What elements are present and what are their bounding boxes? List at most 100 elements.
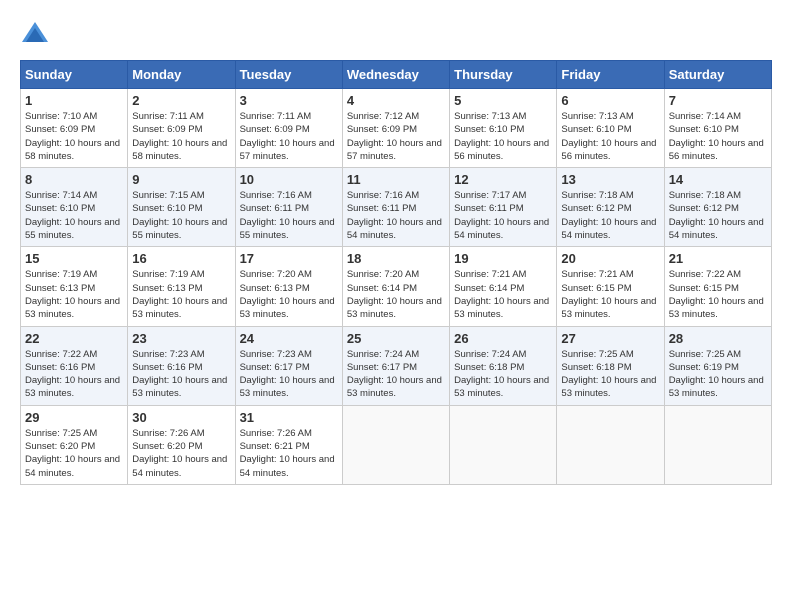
calendar-cell: 12 Sunrise: 7:17 AMSunset: 6:11 PMDayligh… bbox=[450, 168, 557, 247]
calendar-cell: 5Sunrise: 7:13 AMSunset: 6:10 PMDaylight… bbox=[450, 89, 557, 168]
day-info: Sunrise: 7:25 AMSunset: 6:20 PMDaylight:… bbox=[25, 427, 123, 480]
day-info: Sunrise: 7:12 AMSunset: 6:09 PMDaylight:… bbox=[347, 110, 445, 163]
calendar-cell: 31 Sunrise: 7:26 AMSunset: 6:21 PMDayligh… bbox=[235, 405, 342, 484]
calendar-header-tuesday: Tuesday bbox=[235, 61, 342, 89]
day-number: 13 bbox=[561, 172, 659, 187]
day-info: Sunrise: 7:16 AMSunset: 6:11 PMDaylight:… bbox=[347, 189, 445, 242]
calendar-cell: 10 Sunrise: 7:16 AMSunset: 6:11 PMDayligh… bbox=[235, 168, 342, 247]
calendar-cell: 14 Sunrise: 7:18 AMSunset: 6:12 PMDayligh… bbox=[664, 168, 771, 247]
calendar-cell bbox=[664, 405, 771, 484]
day-info: Sunrise: 7:24 AMSunset: 6:17 PMDaylight:… bbox=[347, 348, 445, 401]
calendar-week-row: 15 Sunrise: 7:19 AMSunset: 6:13 PMDayligh… bbox=[21, 247, 772, 326]
day-number: 18 bbox=[347, 251, 445, 266]
day-number: 2 bbox=[132, 93, 230, 108]
day-number: 5 bbox=[454, 93, 552, 108]
day-info: Sunrise: 7:21 AMSunset: 6:14 PMDaylight:… bbox=[454, 268, 552, 321]
day-info: Sunrise: 7:15 AMSunset: 6:10 PMDaylight:… bbox=[132, 189, 230, 242]
day-number: 22 bbox=[25, 331, 123, 346]
day-info: Sunrise: 7:17 AMSunset: 6:11 PMDaylight:… bbox=[454, 189, 552, 242]
day-info: Sunrise: 7:23 AMSunset: 6:17 PMDaylight:… bbox=[240, 348, 338, 401]
day-number: 31 bbox=[240, 410, 338, 425]
day-number: 28 bbox=[669, 331, 767, 346]
day-number: 30 bbox=[132, 410, 230, 425]
page-header bbox=[20, 20, 772, 50]
calendar-cell: 24 Sunrise: 7:23 AMSunset: 6:17 PMDayligh… bbox=[235, 326, 342, 405]
day-number: 19 bbox=[454, 251, 552, 266]
day-number: 4 bbox=[347, 93, 445, 108]
day-number: 14 bbox=[669, 172, 767, 187]
calendar-header-row: SundayMondayTuesdayWednesdayThursdayFrid… bbox=[21, 61, 772, 89]
calendar-week-row: 29 Sunrise: 7:25 AMSunset: 6:20 PMDayligh… bbox=[21, 405, 772, 484]
logo bbox=[20, 20, 54, 50]
calendar-header-friday: Friday bbox=[557, 61, 664, 89]
day-number: 6 bbox=[561, 93, 659, 108]
calendar-cell: 13 Sunrise: 7:18 AMSunset: 6:12 PMDayligh… bbox=[557, 168, 664, 247]
calendar-cell: 23 Sunrise: 7:23 AMSunset: 6:16 PMDayligh… bbox=[128, 326, 235, 405]
day-number: 29 bbox=[25, 410, 123, 425]
day-info: Sunrise: 7:22 AMSunset: 6:16 PMDaylight:… bbox=[25, 348, 123, 401]
calendar-cell: 1 Sunrise: 7:10 AMSunset: 6:09 PMDaylight… bbox=[21, 89, 128, 168]
day-info: Sunrise: 7:26 AMSunset: 6:21 PMDaylight:… bbox=[240, 427, 338, 480]
day-number: 25 bbox=[347, 331, 445, 346]
day-info: Sunrise: 7:10 AMSunset: 6:09 PMDaylight:… bbox=[25, 110, 123, 163]
day-info: Sunrise: 7:19 AMSunset: 6:13 PMDaylight:… bbox=[25, 268, 123, 321]
calendar-cell: 28 Sunrise: 7:25 AMSunset: 6:19 PMDayligh… bbox=[664, 326, 771, 405]
calendar-cell: 8 Sunrise: 7:14 AMSunset: 6:10 PMDaylight… bbox=[21, 168, 128, 247]
calendar-cell: 4 Sunrise: 7:12 AMSunset: 6:09 PMDaylight… bbox=[342, 89, 449, 168]
day-number: 1 bbox=[25, 93, 123, 108]
day-number: 20 bbox=[561, 251, 659, 266]
calendar-cell: 25 Sunrise: 7:24 AMSunset: 6:17 PMDayligh… bbox=[342, 326, 449, 405]
day-number: 9 bbox=[132, 172, 230, 187]
day-number: 16 bbox=[132, 251, 230, 266]
day-number: 24 bbox=[240, 331, 338, 346]
calendar-cell: 29 Sunrise: 7:25 AMSunset: 6:20 PMDayligh… bbox=[21, 405, 128, 484]
calendar-cell: 18 Sunrise: 7:20 AMSunset: 6:14 PMDayligh… bbox=[342, 247, 449, 326]
day-info: Sunrise: 7:20 AMSunset: 6:14 PMDaylight:… bbox=[347, 268, 445, 321]
calendar-cell: 2 Sunrise: 7:11 AMSunset: 6:09 PMDaylight… bbox=[128, 89, 235, 168]
day-info: Sunrise: 7:18 AMSunset: 6:12 PMDaylight:… bbox=[669, 189, 767, 242]
day-info: Sunrise: 7:11 AMSunset: 6:09 PMDaylight:… bbox=[240, 110, 338, 163]
day-number: 10 bbox=[240, 172, 338, 187]
day-info: Sunrise: 7:18 AMSunset: 6:12 PMDaylight:… bbox=[561, 189, 659, 242]
day-info: Sunrise: 7:13 AMSunset: 6:10 PMDaylight:… bbox=[561, 110, 659, 163]
calendar-cell: 11 Sunrise: 7:16 AMSunset: 6:11 PMDayligh… bbox=[342, 168, 449, 247]
day-info: Sunrise: 7:26 AMSunset: 6:20 PMDaylight:… bbox=[132, 427, 230, 480]
day-number: 12 bbox=[454, 172, 552, 187]
calendar-cell: 22 Sunrise: 7:22 AMSunset: 6:16 PMDayligh… bbox=[21, 326, 128, 405]
day-info: Sunrise: 7:24 AMSunset: 6:18 PMDaylight:… bbox=[454, 348, 552, 401]
calendar-cell: 3Sunrise: 7:11 AMSunset: 6:09 PMDaylight… bbox=[235, 89, 342, 168]
calendar-cell: 7 Sunrise: 7:14 AMSunset: 6:10 PMDaylight… bbox=[664, 89, 771, 168]
day-info: Sunrise: 7:14 AMSunset: 6:10 PMDaylight:… bbox=[25, 189, 123, 242]
day-info: Sunrise: 7:25 AMSunset: 6:19 PMDaylight:… bbox=[669, 348, 767, 401]
calendar-cell: 30 Sunrise: 7:26 AMSunset: 6:20 PMDayligh… bbox=[128, 405, 235, 484]
day-info: Sunrise: 7:11 AMSunset: 6:09 PMDaylight:… bbox=[132, 110, 230, 163]
day-number: 11 bbox=[347, 172, 445, 187]
calendar-cell: 26 Sunrise: 7:24 AMSunset: 6:18 PMDayligh… bbox=[450, 326, 557, 405]
calendar-cell: 19 Sunrise: 7:21 AMSunset: 6:14 PMDayligh… bbox=[450, 247, 557, 326]
calendar-header-saturday: Saturday bbox=[664, 61, 771, 89]
day-info: Sunrise: 7:23 AMSunset: 6:16 PMDaylight:… bbox=[132, 348, 230, 401]
calendar-header-monday: Monday bbox=[128, 61, 235, 89]
day-number: 17 bbox=[240, 251, 338, 266]
day-number: 8 bbox=[25, 172, 123, 187]
calendar-week-row: 22 Sunrise: 7:22 AMSunset: 6:16 PMDayligh… bbox=[21, 326, 772, 405]
calendar-cell: 20 Sunrise: 7:21 AMSunset: 6:15 PMDayligh… bbox=[557, 247, 664, 326]
calendar-header-thursday: Thursday bbox=[450, 61, 557, 89]
day-number: 26 bbox=[454, 331, 552, 346]
calendar-cell: 17Sunrise: 7:20 AMSunset: 6:13 PMDayligh… bbox=[235, 247, 342, 326]
day-number: 15 bbox=[25, 251, 123, 266]
day-info: Sunrise: 7:21 AMSunset: 6:15 PMDaylight:… bbox=[561, 268, 659, 321]
calendar-cell: 21Sunrise: 7:22 AMSunset: 6:15 PMDayligh… bbox=[664, 247, 771, 326]
calendar-cell bbox=[450, 405, 557, 484]
day-info: Sunrise: 7:14 AMSunset: 6:10 PMDaylight:… bbox=[669, 110, 767, 163]
logo-icon bbox=[20, 20, 50, 50]
calendar: SundayMondayTuesdayWednesdayThursdayFrid… bbox=[20, 60, 772, 485]
day-number: 23 bbox=[132, 331, 230, 346]
day-info: Sunrise: 7:16 AMSunset: 6:11 PMDaylight:… bbox=[240, 189, 338, 242]
calendar-cell: 6 Sunrise: 7:13 AMSunset: 6:10 PMDaylight… bbox=[557, 89, 664, 168]
calendar-cell: 15 Sunrise: 7:19 AMSunset: 6:13 PMDayligh… bbox=[21, 247, 128, 326]
calendar-week-row: 1 Sunrise: 7:10 AMSunset: 6:09 PMDaylight… bbox=[21, 89, 772, 168]
day-number: 21 bbox=[669, 251, 767, 266]
calendar-cell bbox=[557, 405, 664, 484]
day-number: 7 bbox=[669, 93, 767, 108]
